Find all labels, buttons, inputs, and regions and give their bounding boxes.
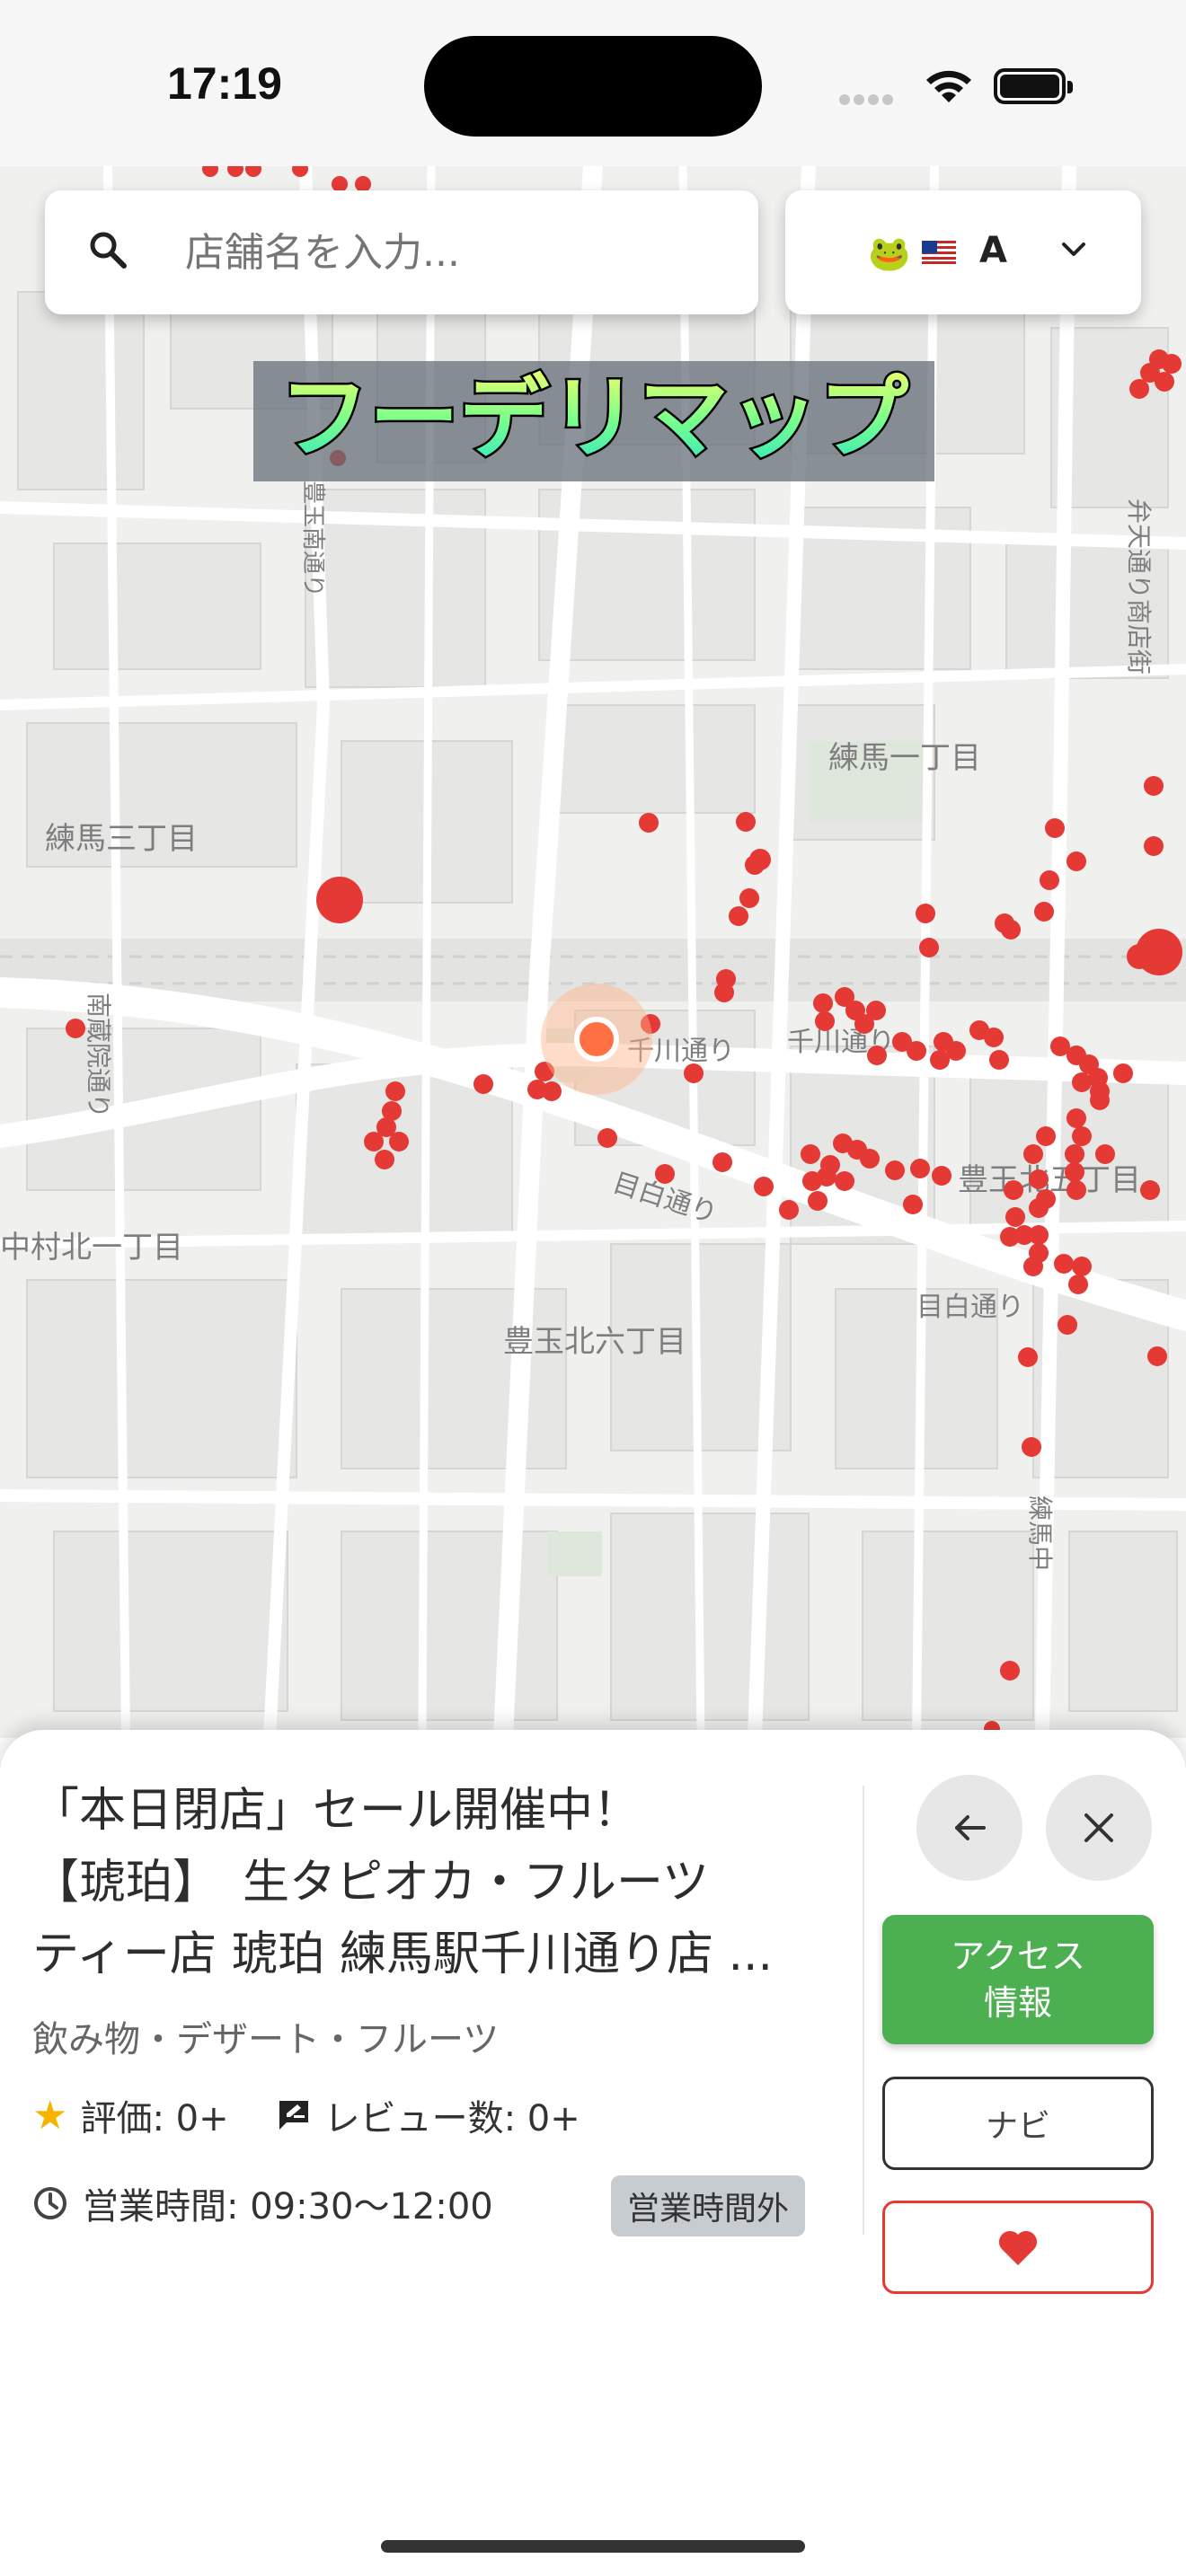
map-label-nerima-3chome: 練馬三丁目 [45,821,198,857]
clock-icon [34,2187,66,2219]
app-title-banner: フーデリマップ [253,361,934,481]
cellular-signal-icon [839,92,897,109]
wifi-icon [926,70,971,102]
language-selected-value: A [979,230,1007,271]
battery-icon [994,68,1073,104]
shop-category: 飲み物・デザート・フルーツ [32,2019,500,2060]
navi-button[interactable]: ナビ [882,2077,1154,2170]
map-label-mejiro-dori-2: 目白通り [916,1292,1024,1323]
hours-label: 営業時間: 09:30〜12:00 [83,2186,493,2228]
status-time: 17:19 [167,58,282,109]
app-title: フーデリマップ [279,366,908,471]
vertical-divider [863,1786,864,2235]
map-label-nerima-1chome: 練馬一丁目 [828,740,981,776]
shop-name: 「本日閉店」セール開催中！ 【琥珀】 生タピオカ・フルーツ ティー店 琥珀 練馬… [32,1775,823,1990]
close-icon [1084,1813,1113,1842]
chevron-down-icon [1062,243,1085,256]
review-count-label: レビュー数: 0+ [323,2098,580,2139]
shop-name-line: 【琥珀】 生タピオカ・フルーツ [32,1856,709,1910]
dynamic-island [424,36,762,137]
map-label-nakamurakita-1chome: 中村北一丁目 [0,1230,183,1266]
search-bar[interactable] [45,190,758,314]
us-flag-icon [922,241,956,264]
access-info-button[interactable]: アクセス 情報 [882,1915,1154,2044]
star-icon: ★ [32,2092,68,2139]
heart-icon [998,2230,1038,2265]
frog-icon: 🐸 [868,234,911,273]
map-label-toyotama-minami-dori: 豊玉南通り [299,481,326,597]
map-label-toyotamakita-6chome: 豊玉北六丁目 [503,1324,686,1360]
review-icon [279,2101,308,2130]
rating-label: 評価: 0+ [80,2098,229,2139]
access-info-label-line: 情報 [983,1983,1052,2023]
search-input[interactable] [183,225,726,280]
shop-name-line: ティー店 琥珀 練馬駅千川通り店 ... [32,1928,774,1981]
status-bar: 17:19 [0,0,1186,166]
close-button[interactable] [1046,1775,1152,1881]
map-label-nerima-naka: 練馬中 [1025,1495,1055,1571]
shop-name-line: 「本日閉店」セール開催中！ [32,1784,641,1838]
status-badge: 営業時間外 [611,2175,806,2236]
search-icon [90,232,127,269]
map-label-benten-dori: 弁天通り商店街 [1124,498,1154,675]
arrow-left-icon [955,1815,986,1840]
back-button[interactable] [916,1775,1022,1881]
shop-detail-sheet: 「本日閉店」セール開催中！ 【琥珀】 生タピオカ・フルーツ ティー店 琥珀 練馬… [0,1730,1186,2576]
language-select[interactable]: 🐸 A [785,190,1141,314]
home-indicator[interactable] [381,2540,805,2553]
favorite-button[interactable] [882,2201,1154,2294]
access-info-label-line: アクセス [950,1936,1086,1976]
shop-stats: ★ 評価: 0+ レビュー数: 0+ [32,2089,580,2141]
current-location-marker [574,1017,619,1062]
map-label-nanzoin-dori: 南蔵院通り [84,992,113,1118]
